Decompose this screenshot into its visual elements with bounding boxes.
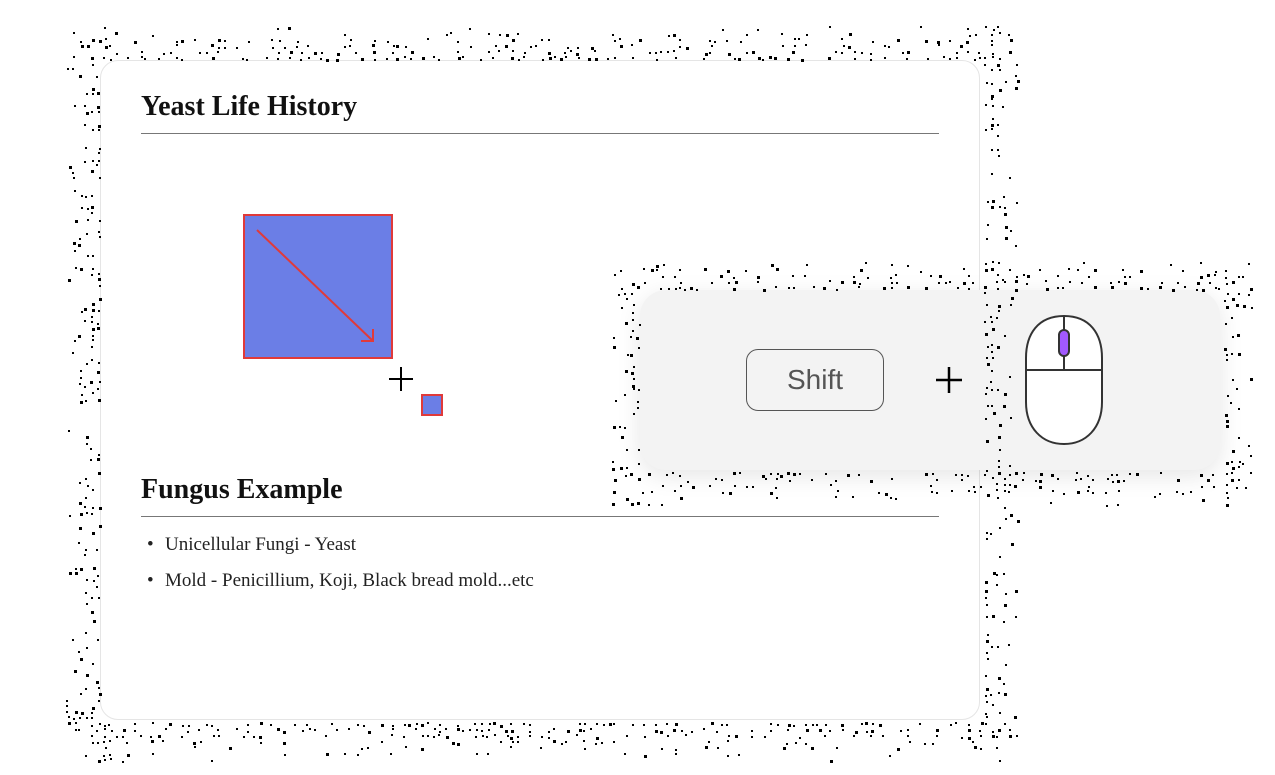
section-rule (141, 516, 939, 517)
list-item: Unicellular Fungi - Yeast (145, 531, 939, 559)
section-title: Fungus Example (141, 474, 939, 516)
list-item: Mold - Penicillium, Koji, Black bread mo… (145, 567, 939, 595)
rectangle-shape-large[interactable] (243, 214, 393, 359)
plus-icon (934, 365, 964, 395)
doc-title: Yeast Life History (141, 91, 939, 133)
mouse-icon (1014, 310, 1114, 450)
rectangle-shape-small[interactable] (421, 394, 443, 416)
crosshair-cursor-icon (389, 367, 413, 391)
bullet-list: Unicellular Fungi - Yeast Mold - Penicil… (141, 531, 939, 594)
shortcut-tooltip: Shift (640, 290, 1220, 470)
shift-key-label: Shift (746, 349, 884, 411)
title-rule (141, 133, 939, 134)
